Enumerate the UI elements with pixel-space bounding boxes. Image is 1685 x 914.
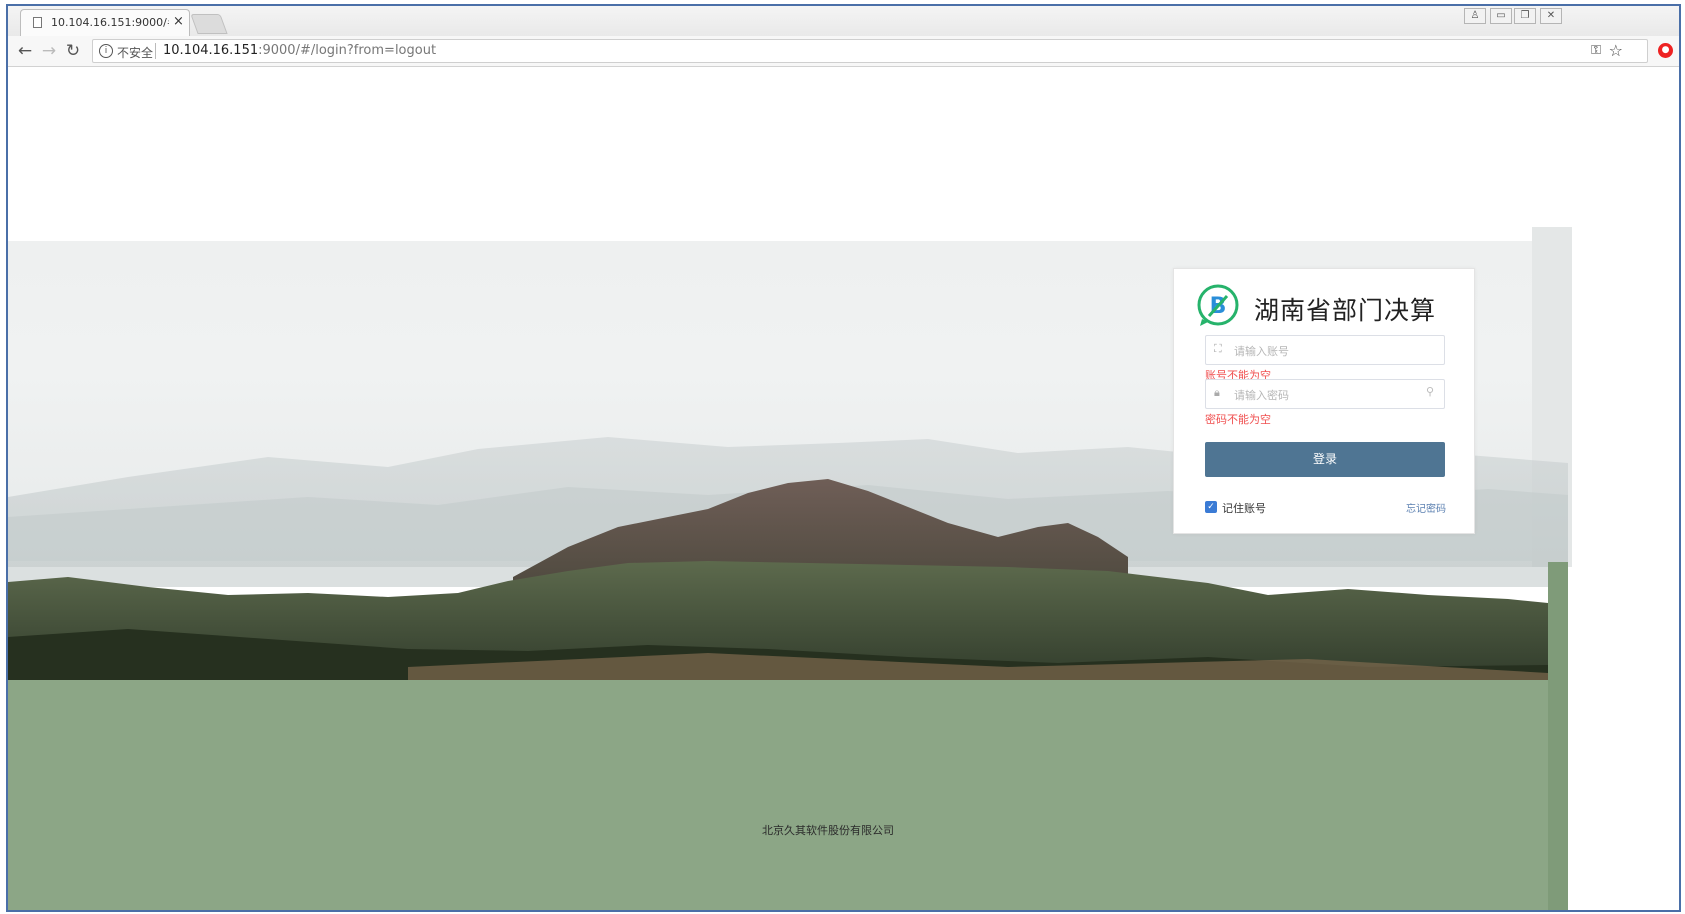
login-button[interactable]: 登录 <box>1205 442 1445 477</box>
password-error: 密码不能为空 <box>1205 413 1271 426</box>
new-tab-button[interactable] <box>190 14 228 34</box>
tab-close-icon[interactable]: × <box>173 14 184 30</box>
back-icon[interactable]: ← <box>14 40 36 62</box>
footer-band <box>8 680 1548 910</box>
page-viewport: 北京久其软件股份有限公司 B 湖南省部门决算 ⛶ 账号不能为空 🔒︎ ⚲ 密码不… <box>8 67 1679 910</box>
bookmark-star-icon[interactable]: ☆ <box>1609 41 1623 60</box>
url-host: 10.104.16.151 <box>163 43 259 58</box>
profile-icon[interactable]: ♙ <box>1464 8 1486 24</box>
forgot-password-link[interactable]: 忘记密码 <box>1406 500 1446 515</box>
system-title: 湖南省部门决算 <box>1254 296 1437 325</box>
url-text[interactable]: 10.104.16.151:9000/#/login?from=logout <box>163 43 436 58</box>
url-path: :9000/#/login?from=logout <box>258 43 437 58</box>
login-card: B 湖南省部门决算 ⛶ 账号不能为空 🔒︎ ⚲ 密码不能为空 登录 ✓ 记住账号… <box>1173 268 1475 534</box>
remember-label: 记住账号 <box>1222 502 1266 515</box>
restore-icon[interactable]: ❐ <box>1514 8 1536 24</box>
remember-checkbox[interactable]: ✓ <box>1205 501 1217 513</box>
reload-icon[interactable]: ↻ <box>62 40 84 62</box>
forward-icon[interactable]: → <box>38 40 60 62</box>
show-password-icon[interactable]: ⚲ <box>1426 385 1434 398</box>
brand-logo-icon: B <box>1197 284 1239 326</box>
account-field[interactable]: ⛶ <box>1205 335 1445 365</box>
lock-icon: 🔒︎ <box>1214 386 1220 399</box>
browser-toolbar: ← → ↻ i 不安全 10.104.16.151:9000/#/login?f… <box>8 36 1679 67</box>
info-icon[interactable]: i <box>99 44 113 58</box>
password-field[interactable]: 🔒︎ ⚲ <box>1205 379 1445 409</box>
address-bar[interactable]: i 不安全 10.104.16.151:9000/#/login?from=lo… <box>92 39 1648 63</box>
key-icon[interactable]: ⚿ <box>1591 43 1601 58</box>
copyright-text: 北京久其软件股份有限公司 <box>762 824 894 837</box>
extension-icon[interactable]: ● <box>1658 43 1673 58</box>
tab-strip: 10.104.16.151:9000/#/l × ♙ ▭ ❐ ✕ <box>8 6 1679 37</box>
minimize-icon[interactable]: ▭ <box>1490 8 1512 24</box>
user-icon: ⛶ <box>1214 342 1222 355</box>
close-window-icon[interactable]: ✕ <box>1540 8 1562 24</box>
browser-tab[interactable]: 10.104.16.151:9000/#/l × <box>20 9 190 36</box>
tab-title: 10.104.16.151:9000/#/l <box>51 16 169 29</box>
account-input[interactable] <box>1232 340 1416 362</box>
page-icon <box>33 17 42 28</box>
browser-window: 10.104.16.151:9000/#/l × ♙ ▭ ❐ ✕ ← → ↻ i… <box>6 4 1681 912</box>
divider <box>155 43 156 59</box>
security-label[interactable]: 不安全 <box>117 44 153 61</box>
password-input[interactable] <box>1232 384 1416 406</box>
footer-edge <box>1548 562 1568 910</box>
